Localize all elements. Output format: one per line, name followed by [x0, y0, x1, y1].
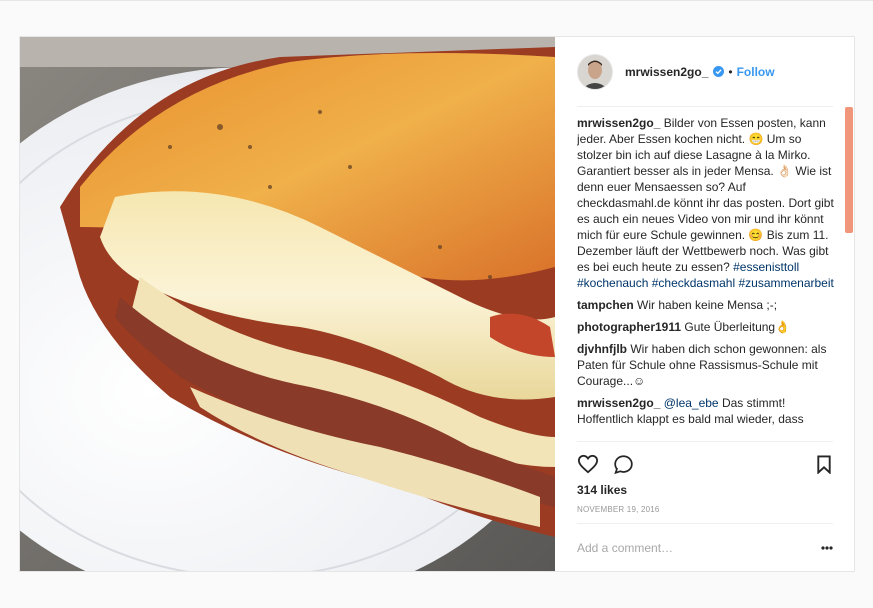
caption-text: Bilder von Essen posten, kann jeder. Abe… [577, 116, 834, 274]
hashtag-link[interactable]: #essenisttoll [733, 260, 799, 274]
separator-dot: • [728, 64, 733, 79]
likes-count[interactable]: 314 likes [577, 483, 627, 497]
comments-scrollbar[interactable] [845, 107, 853, 233]
avatar-image [578, 54, 612, 89]
comment-item: tampchen Wir haben keine Mensa ;-; [577, 297, 839, 313]
comments-list[interactable]: mrwissen2go_ Bilder von Essen posten, ka… [577, 115, 839, 442]
comment-item: mrwissen2go_ @lea_ebe Das stimmt! Hoffen… [577, 395, 839, 427]
lasagna-photo [20, 37, 555, 571]
comment-username[interactable]: mrwissen2go_ [577, 396, 660, 410]
comment-text: Wir haben keine Mensa ;-; [637, 298, 778, 312]
heart-icon[interactable] [577, 454, 599, 474]
post-image[interactable] [20, 37, 555, 571]
comment-text: Gute Überleitung👌 [684, 320, 791, 334]
hashtag-link[interactable]: #kochenauch [577, 276, 648, 290]
hashtag-link[interactable]: #checkdasmahl [652, 276, 735, 290]
caption: mrwissen2go_ Bilder von Essen posten, ka… [577, 115, 839, 291]
post-dialog: mrwissen2go_ • Follow mrwissen2go_ Bilde… [19, 36, 855, 572]
post-sidebar: mrwissen2go_ • Follow mrwissen2go_ Bilde… [555, 37, 854, 571]
caption-username[interactable]: mrwissen2go_ [577, 116, 660, 130]
add-comment-input[interactable] [577, 538, 797, 558]
username-link[interactable]: mrwissen2go_ [625, 65, 708, 79]
comment-username[interactable]: tampchen [577, 298, 634, 312]
comment-bubble-icon[interactable] [613, 454, 634, 475]
hashtag-link[interactable]: #zusammenarbeit [738, 276, 833, 290]
avatar[interactable] [577, 53, 613, 90]
action-bar [577, 441, 833, 482]
post-date[interactable]: NOVEMBER 19, 2016 [577, 505, 660, 514]
comment-item: photographer1911 Gute Überleitung👌 [577, 319, 839, 335]
post-header: mrwissen2go_ • Follow [577, 37, 833, 107]
top-divider [0, 0, 873, 1]
comment-username[interactable]: photographer1911 [577, 320, 681, 334]
comment-username[interactable]: djvhnfjlb [577, 342, 627, 356]
verified-badge-icon [713, 66, 725, 77]
add-comment-section [577, 523, 833, 571]
mention-link[interactable]: @lea_ebe [664, 396, 719, 410]
comment-item: djvhnfjlb Wir haben dich schon gewonnen:… [577, 341, 839, 389]
bookmark-icon[interactable] [816, 455, 832, 474]
more-options-icon[interactable] [821, 546, 833, 550]
follow-button[interactable]: Follow [737, 65, 775, 79]
